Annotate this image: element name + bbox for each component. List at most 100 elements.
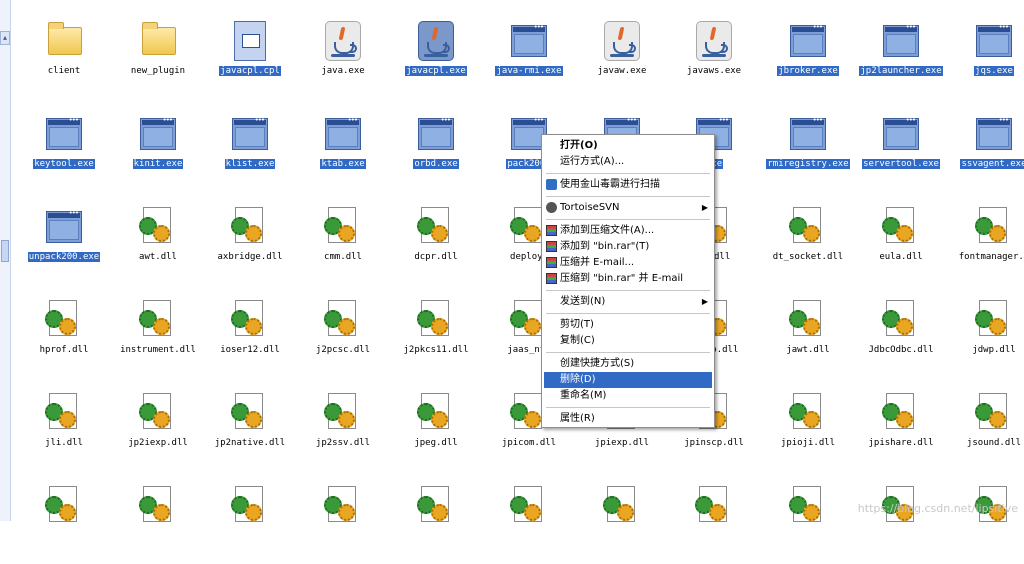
file-item[interactable]: jsound.dll [946, 379, 1024, 471]
file-item[interactable]: j2pkcs11.dll [388, 286, 480, 378]
file-item[interactable]: jdwp.dll [946, 286, 1024, 378]
file-item[interactable]: ktab.exe [295, 100, 387, 192]
menu-item[interactable]: 创建快捷方式(S) [544, 356, 712, 372]
file-item[interactable]: jpeg.dll [388, 379, 480, 471]
file-item[interactable]: j2pcsc.dll [295, 286, 387, 378]
file-item[interactable]: jawt.dll [760, 286, 852, 378]
tortoisesvn-icon [546, 202, 557, 213]
file-item[interactable]: JdbcOdbc.dll [853, 286, 945, 378]
file-item[interactable]: javaw.exe [574, 7, 666, 99]
file-label: client [16, 65, 112, 77]
file-item[interactable]: keytool.exe [16, 100, 108, 192]
menu-item-label: 使用金山毒霸进行扫描 [560, 179, 660, 190]
file-item[interactable]: jqs.exe [946, 7, 1024, 99]
file-label: dt_socket.dll [760, 251, 856, 263]
file-label-text: ssvagent.exe [960, 159, 1024, 169]
file-item[interactable]: new_plugin [110, 7, 202, 99]
file-item[interactable]: axbridge.dll [202, 193, 294, 285]
scroll-up-arrow-icon[interactable]: ▴ [0, 31, 10, 45]
menu-item[interactable]: 重命名(M) [544, 388, 712, 404]
file-label: javaw.exe [574, 65, 670, 77]
menu-item[interactable]: 添加到 "bin.rar"(T) [544, 239, 712, 255]
file-item[interactable]: javaws.exe [666, 7, 758, 99]
menu-item[interactable]: 压缩并 E-mail... [544, 255, 712, 271]
file-label-text: jp2iexp.dll [128, 438, 188, 448]
file-item[interactable] [574, 472, 666, 564]
file-item[interactable]: client [16, 7, 108, 99]
file-item[interactable]: orbd.exe [388, 100, 480, 192]
file-label: jbroker.exe [760, 65, 856, 77]
file-item[interactable]: cmm.dll [295, 193, 387, 285]
file-item[interactable] [946, 472, 1024, 564]
file-item[interactable]: jpishare.dll [853, 379, 945, 471]
file-item[interactable]: jp2ssv.dll [295, 379, 387, 471]
file-item[interactable]: servertool.exe [853, 100, 945, 192]
file-label: java-rmi.exe [481, 65, 577, 77]
file-item[interactable] [16, 472, 108, 564]
file-label-text: unpack200.exe [27, 252, 101, 262]
menu-item[interactable]: 打开(O) [544, 138, 712, 154]
file-item[interactable]: jli.dll [16, 379, 108, 471]
vertical-scrollbar[interactable]: ▴ [0, 0, 11, 521]
menu-item[interactable]: 复制(C) [544, 333, 712, 349]
file-label: jpeg.dll [388, 437, 484, 449]
file-label-text: j2pkcs11.dll [403, 345, 469, 355]
file-label: orbd.exe [388, 158, 484, 170]
file-item[interactable] [760, 472, 852, 564]
file-label-text [342, 531, 344, 541]
dll-gear-icon [416, 393, 456, 433]
file-item[interactable]: kinit.exe [110, 100, 202, 192]
file-item[interactable] [295, 472, 387, 564]
file-item[interactable]: instrument.dll [110, 286, 202, 378]
file-item[interactable]: jp2launcher.exe [853, 7, 945, 99]
file-item[interactable] [481, 472, 573, 564]
file-item[interactable]: javacpl.exe [388, 7, 480, 99]
file-item[interactable]: awt.dll [110, 193, 202, 285]
file-item[interactable] [202, 472, 294, 564]
file-item[interactable]: jpioji.dll [760, 379, 852, 471]
file-item[interactable]: ssvagent.exe [946, 100, 1024, 192]
file-item[interactable]: rmiregistry.exe [760, 100, 852, 192]
file-item[interactable]: hprof.dll [16, 286, 108, 378]
file-item[interactable] [666, 472, 758, 564]
dll-gear-icon [416, 207, 456, 247]
file-item[interactable]: java.exe [295, 7, 387, 99]
menu-item[interactable]: TortoiseSVN ▶ [544, 200, 712, 216]
file-label: instrument.dll [110, 344, 206, 356]
dll-gear-icon [230, 393, 270, 433]
file-label-text: fontmanager.d [958, 252, 1024, 262]
file-item[interactable] [853, 472, 945, 564]
file-item[interactable]: jp2iexp.dll [110, 379, 202, 471]
file-item[interactable]: jbroker.exe [760, 7, 852, 99]
menu-item[interactable]: 压缩到 "bin.rar" 并 E-mail [544, 271, 712, 287]
menu-item[interactable]: 删除(D) [544, 372, 712, 388]
file-item[interactable] [110, 472, 202, 564]
file-item[interactable]: jp2native.dll [202, 379, 294, 471]
file-item[interactable]: java-rmi.exe [481, 7, 573, 99]
watermark-text: https://blog.csdn.net/lipsitive [857, 502, 1018, 515]
file-item[interactable]: unpack200.exe [16, 193, 108, 285]
menu-item-label: 压缩并 E-mail... [560, 257, 635, 268]
file-item[interactable]: fontmanager.d [946, 193, 1024, 285]
menu-item[interactable]: 属性(R) [544, 411, 712, 427]
application-window-icon [44, 207, 84, 247]
file-label: jdwp.dll [946, 344, 1024, 356]
file-item[interactable]: klist.exe [202, 100, 294, 192]
application-window-icon [881, 114, 921, 154]
file-label-text: java-rmi.exe [495, 66, 563, 76]
menu-separator [546, 196, 710, 197]
file-item[interactable]: eula.dll [853, 193, 945, 285]
file-item[interactable]: javacpl.cpl [202, 7, 294, 99]
menu-item[interactable]: 剪切(T) [544, 317, 712, 333]
menu-item-label: 重命名(M) [560, 390, 607, 401]
file-item[interactable]: ioser12.dll [202, 286, 294, 378]
menu-item[interactable]: 添加到压缩文件(A)... [544, 223, 712, 239]
file-item[interactable]: dcpr.dll [388, 193, 480, 285]
menu-item[interactable]: 使用金山毒霸进行扫描 [544, 177, 712, 193]
file-item[interactable]: dt_socket.dll [760, 193, 852, 285]
scroll-thumb[interactable] [1, 240, 9, 262]
menu-item[interactable]: 运行方式(A)... [544, 154, 712, 170]
menu-item[interactable]: 发送到(N) ▶ [544, 294, 712, 310]
file-label-text: jpeg.dll [414, 438, 458, 448]
file-item[interactable] [388, 472, 480, 564]
